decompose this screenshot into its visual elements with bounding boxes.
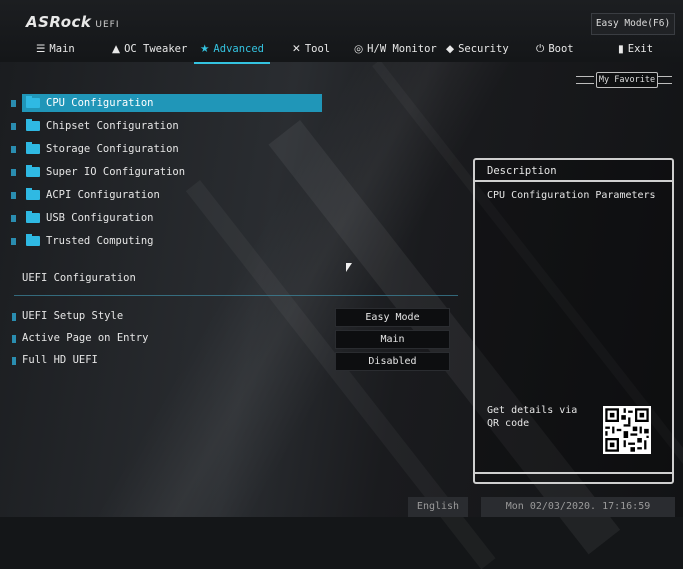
menu-item-acpi-configuration[interactable]: ACPI Configuration [0, 186, 330, 209]
description-panel: Description CPU Configuration Parameters… [473, 158, 674, 484]
tab-label: OC Tweaker [124, 43, 188, 55]
setting-value[interactable]: Main [335, 330, 450, 349]
my-favorite-button[interactable]: My Favorite [576, 72, 672, 88]
tab-label: Exit [627, 43, 654, 55]
exit-icon: ▮ [618, 43, 624, 55]
tab-label: H/W Monitor [367, 43, 437, 55]
folder-icon [26, 142, 40, 154]
info-bullet-icon [12, 335, 16, 343]
tab-label: Advanced [213, 43, 264, 55]
language-selector[interactable]: English [408, 497, 468, 517]
qr-caption: Get details via QR code [487, 405, 578, 429]
info-bullet-icon [11, 238, 16, 245]
brand-name: ASRock [26, 13, 92, 31]
gauge-icon: ◎ [354, 43, 364, 55]
tab-tool[interactable]: ✕ Tool [292, 40, 330, 58]
info-bullet-icon [11, 169, 16, 176]
setting-value[interactable]: Easy Mode [335, 308, 450, 327]
menu-item-label: USB Configuration [46, 212, 154, 224]
menu-item-label: ACPI Configuration [46, 189, 160, 201]
power-icon: ⏻ [536, 43, 545, 55]
menu-item-label: Storage Configuration [46, 143, 179, 155]
info-bullet-icon [11, 192, 16, 199]
info-bullet-icon [12, 313, 16, 321]
folder-icon [26, 96, 40, 108]
setting-full-hd-uefi[interactable]: Full HD UEFI Disabled [0, 352, 460, 371]
brand-logo: ASRock UEFI [26, 13, 120, 31]
info-bullet-icon [11, 146, 16, 153]
favorite-right-arrow [658, 76, 672, 84]
shield-icon: ◆ [446, 43, 455, 55]
setting-label: Full HD UEFI [22, 354, 98, 366]
folder-icon [26, 211, 40, 223]
easy-mode-button[interactable]: Easy Mode(F6) [591, 13, 675, 35]
tab-exit[interactable]: ▮ Exit [618, 40, 653, 58]
folder-icon [26, 234, 40, 246]
bottom-bar: English Mon 02/03/2020. 17:16:59 [0, 497, 683, 517]
folder-icon [26, 119, 40, 131]
tab-oc-tweaker[interactable]: ▲ OC Tweaker [112, 40, 187, 58]
description-footer [475, 472, 672, 482]
star-icon: ★ [200, 43, 210, 55]
setting-value[interactable]: Disabled [335, 352, 450, 371]
tab-boot[interactable]: ⏻ Boot [536, 40, 574, 58]
mouse-cursor-icon [346, 263, 352, 272]
advanced-menu: CPU Configuration Chipset Configuration … [0, 94, 330, 255]
info-bullet-icon [12, 357, 16, 365]
menu-item-chipset-configuration[interactable]: Chipset Configuration [0, 117, 330, 140]
tab-advanced[interactable]: ★ Advanced [194, 40, 270, 64]
main-tabs: ☰ Main ▲ OC Tweaker ★ Advanced ✕ Tool ◎ H/W M… [26, 40, 676, 64]
list-icon: ☰ [36, 43, 46, 55]
menu-item-label: CPU Configuration [46, 97, 154, 109]
setting-active-page-on-entry[interactable]: Active Page on Entry Main [0, 330, 460, 349]
menu-item-cpu-configuration[interactable]: CPU Configuration [0, 94, 330, 117]
tab-hw-monitor[interactable]: ◎ H/W Monitor [354, 40, 437, 58]
setting-uefi-setup-style[interactable]: UEFI Setup Style Easy Mode [0, 308, 460, 327]
favorite-label: My Favorite [596, 72, 658, 88]
flask-icon: ▲ [112, 43, 121, 55]
tab-main[interactable]: ☰ Main [36, 40, 75, 58]
menu-item-super-io-configuration[interactable]: Super IO Configuration [0, 163, 330, 186]
setting-label: UEFI Setup Style [22, 310, 124, 322]
tab-security[interactable]: ◆ Security [446, 40, 509, 58]
datetime-display: Mon 02/03/2020. 17:16:59 [481, 497, 675, 517]
top-bar: ASRock UEFI Easy Mode(F6) ☰ Main ▲ OC Tweak… [0, 0, 683, 64]
menu-item-storage-configuration[interactable]: Storage Configuration [0, 140, 330, 163]
folder-icon [26, 165, 40, 177]
brand-suffix: UEFI [95, 20, 120, 30]
menu-item-label: Trusted Computing [46, 235, 154, 247]
folder-icon [26, 188, 40, 200]
info-bullet-icon [11, 100, 16, 107]
menu-item-label: Super IO Configuration [46, 166, 186, 178]
menu-item-label: Chipset Configuration [46, 120, 179, 132]
tab-label: Security [458, 43, 509, 55]
tab-label: Boot [548, 43, 574, 55]
tab-label: Main [49, 43, 75, 55]
info-bullet-icon [11, 123, 16, 130]
section-divider [14, 295, 458, 296]
uefi-section-title: UEFI Configuration [22, 272, 136, 284]
setting-label: Active Page on Entry [22, 332, 149, 344]
qr-code-icon [603, 406, 651, 454]
description-body: CPU Configuration Parameters [487, 190, 656, 201]
info-bullet-icon [11, 215, 16, 222]
menu-item-trusted-computing[interactable]: Trusted Computing [0, 232, 330, 255]
tools-icon: ✕ [292, 43, 301, 55]
favorite-left-arrow [576, 76, 594, 84]
description-title: Description [475, 160, 672, 182]
tab-label: Tool [304, 43, 331, 55]
menu-item-usb-configuration[interactable]: USB Configuration [0, 209, 330, 232]
